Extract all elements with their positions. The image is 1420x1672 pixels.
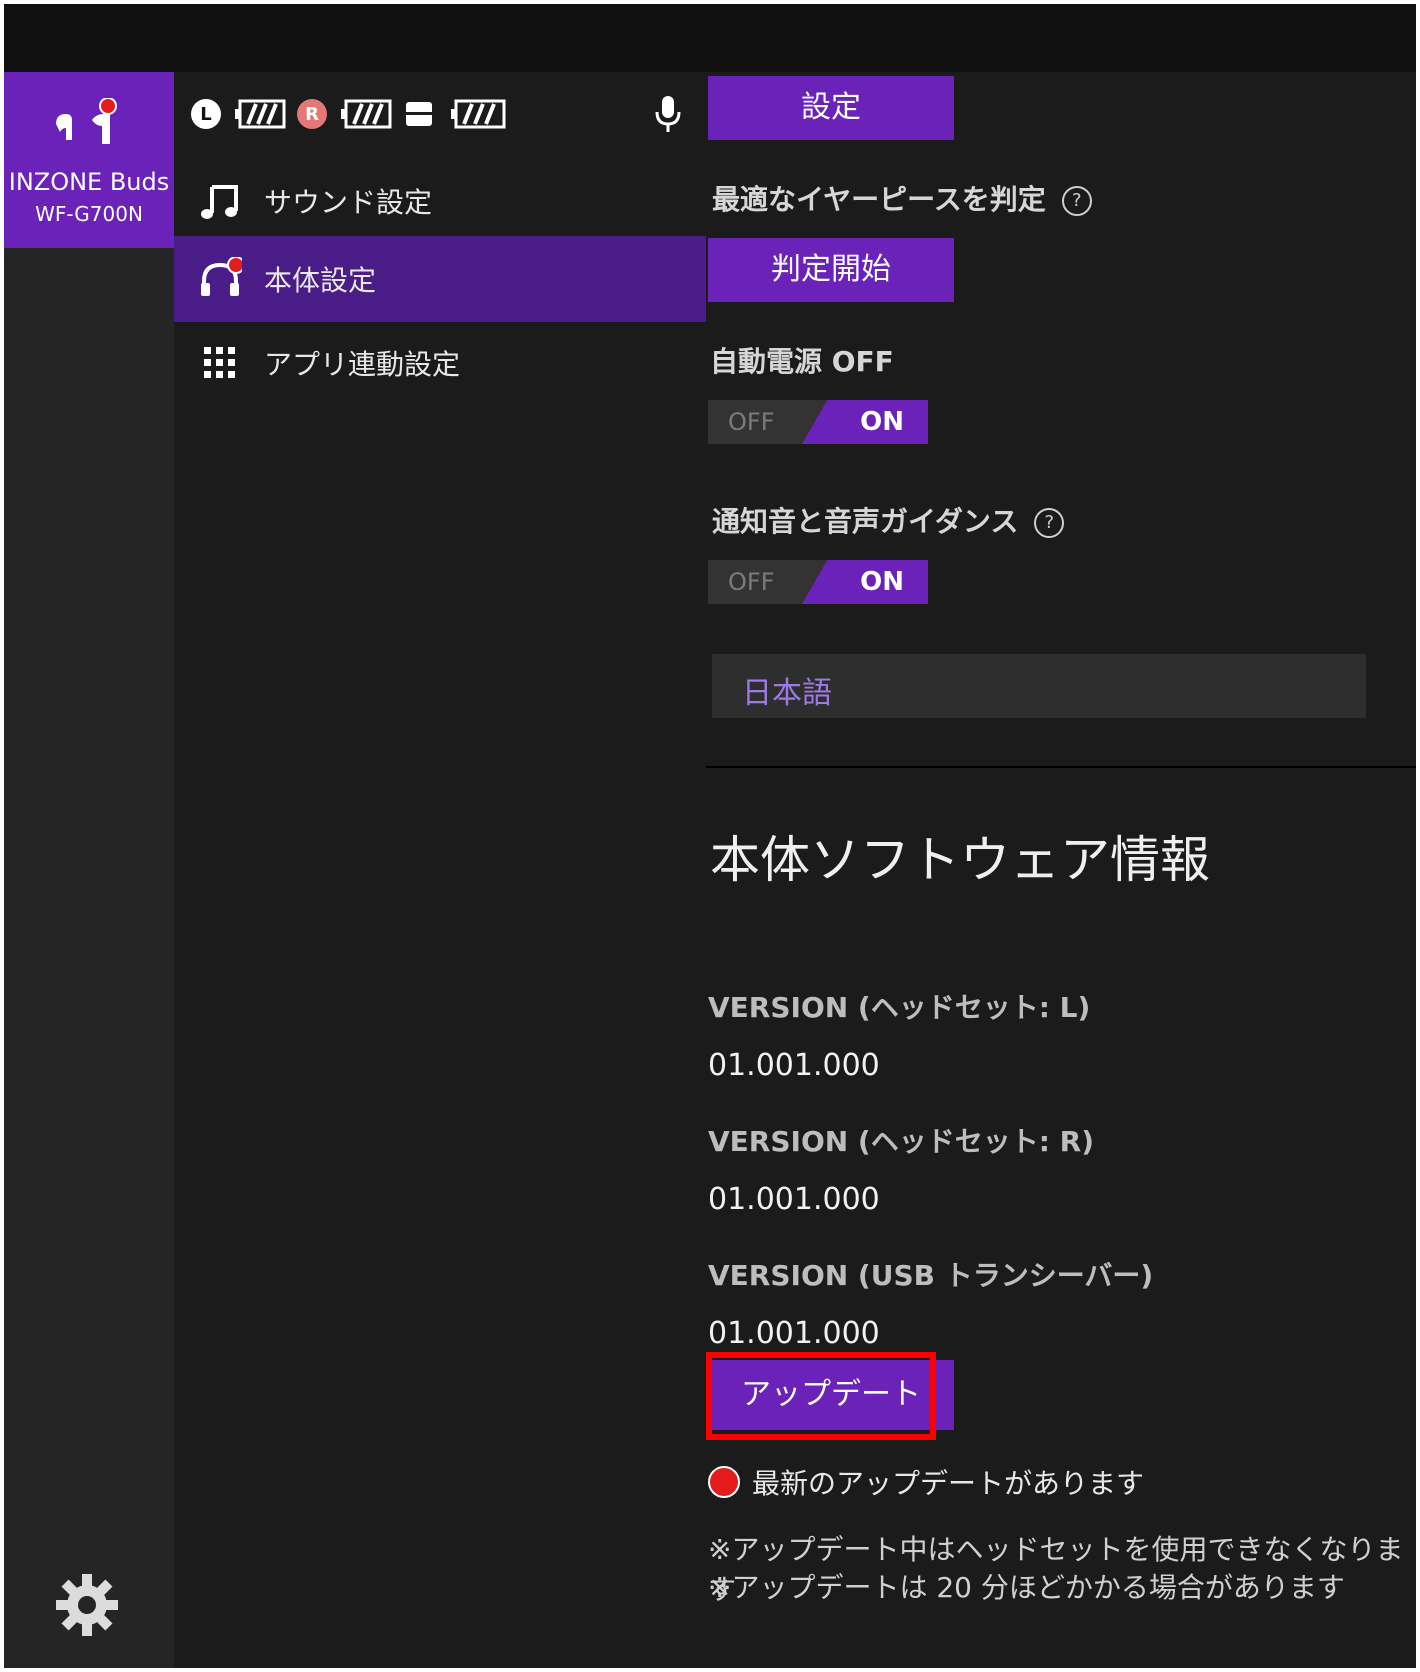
- notice-dot-icon: [708, 1466, 740, 1498]
- notify-toggle[interactable]: OFF ON: [708, 560, 928, 604]
- settings-content: 設定 最適なイヤーピースを判定? 判定開始 自動電源 OFF OFF ON 通知…: [706, 72, 1416, 1668]
- language-value: 日本語: [742, 676, 832, 711]
- version-value-right: 01.001.000: [708, 1182, 880, 1217]
- notify-label: 通知音と音声ガイダンス?: [712, 500, 1065, 540]
- title-bar: [4, 4, 1416, 72]
- version-label-usb: VERSION (USB トランシーバー): [708, 1259, 1154, 1292]
- battery-left-icon: [235, 99, 286, 129]
- svg-text:R: R: [305, 104, 319, 125]
- version-value-usb: 01.001.000: [708, 1316, 880, 1351]
- section-divider: [706, 766, 1416, 768]
- device-name: INZONE Buds: [8, 168, 170, 196]
- help-icon[interactable]: ?: [1061, 186, 1092, 216]
- update-button[interactable]: アップデート: [708, 1360, 954, 1430]
- grid-icon: [204, 347, 235, 378]
- svg-text:L: L: [200, 104, 211, 125]
- toggle-on-label: ON: [860, 567, 904, 597]
- menu-item-label: アプリ連動設定: [264, 348, 461, 381]
- charging-case-icon: [406, 102, 432, 126]
- earbuds-icon: [56, 98, 117, 144]
- battery-right-icon: [341, 99, 392, 129]
- version-value-left: 01.001.000: [708, 1048, 880, 1083]
- earpiece-label: 最適なイヤーピースを判定?: [712, 178, 1092, 218]
- update-note-2: ※アップデートは 20 分ほどかかる場合があります: [708, 1571, 1345, 1604]
- toggle-off-label: OFF: [728, 568, 775, 596]
- device-model: WF-G700N: [35, 202, 143, 226]
- update-notice-text: 最新のアップデートがあります: [752, 1467, 1145, 1500]
- language-select[interactable]: 日本語: [712, 654, 1366, 718]
- notify-label-text: 通知音と音声ガイダンス: [712, 505, 1019, 538]
- toggle-off-label: OFF: [728, 408, 775, 436]
- left-earbud-indicator-icon: L: [191, 99, 221, 129]
- update-available-notice: 最新のアップデートがあります: [708, 1462, 1144, 1502]
- earpiece-label-text: 最適なイヤーピースを判定: [712, 183, 1046, 216]
- help-icon[interactable]: ?: [1034, 508, 1065, 538]
- menu-item-label: サウンド設定: [264, 186, 433, 219]
- battery-case-icon: [451, 99, 506, 129]
- auto-power-toggle[interactable]: OFF ON: [708, 400, 928, 444]
- right-earbud-indicator-icon: R: [297, 99, 327, 129]
- menu-item-device-settings[interactable]: 本体設定: [174, 236, 706, 322]
- device-card[interactable]: INZONE Buds WF-G700N: [4, 72, 174, 248]
- headphones-icon: [201, 257, 242, 296]
- app-window: INZONE Buds WF-G700N L R サウンド設定 本体設定 アプリ…: [4, 4, 1416, 1668]
- version-label-right: VERSION (ヘッドセット: R): [708, 1125, 1095, 1158]
- music-note-icon: [201, 185, 238, 219]
- auto-power-label: 自動電源 OFF: [710, 345, 894, 378]
- microphone-icon[interactable]: [652, 94, 684, 134]
- menu-item-label: 本体設定: [264, 264, 377, 297]
- software-info-title: 本体ソフトウェア情報: [710, 831, 1210, 889]
- status-row: L R: [174, 90, 706, 138]
- earpiece-test-button[interactable]: 判定開始: [708, 238, 954, 302]
- menu-item-sound-settings[interactable]: サウンド設定: [174, 158, 706, 244]
- settings-button[interactable]: 設定: [708, 76, 954, 140]
- toggle-on-label: ON: [860, 407, 904, 437]
- menu-panel: L R サウンド設定 本体設定 アプリ連動設定: [174, 72, 706, 1668]
- version-label-left: VERSION (ヘッドセット: L): [708, 991, 1091, 1024]
- gear-icon[interactable]: [54, 1572, 120, 1638]
- menu-item-app-link-settings[interactable]: アプリ連動設定: [174, 320, 706, 406]
- device-rail: INZONE Buds WF-G700N: [4, 72, 174, 1668]
